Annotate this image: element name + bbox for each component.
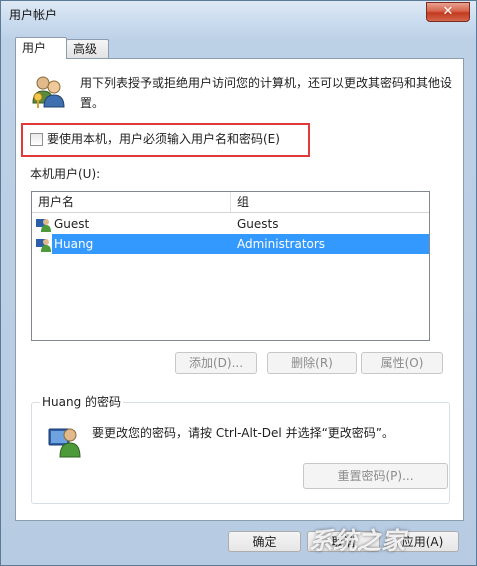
- user-row-guest[interactable]: Guest Guests: [32, 214, 429, 234]
- local-users-label: 本机用户(U):: [30, 167, 101, 181]
- users-icon: [32, 76, 65, 108]
- close-button[interactable]: ✕: [426, 2, 470, 22]
- user-accounts-window: 用户帐户 ✕ 用户 高级 用下列表授予或拒绝用户访问您的计算机，还可以更改其密码…: [0, 0, 477, 566]
- reset-password-button[interactable]: 重置密码(P)...: [303, 463, 448, 489]
- user-group: Administrators: [237, 237, 326, 251]
- user-group: Guests: [237, 217, 279, 231]
- user-icon: [36, 239, 51, 252]
- column-group[interactable]: 组: [231, 192, 429, 212]
- remove-user-button[interactable]: 删除(R): [267, 352, 357, 374]
- user-icon: [36, 219, 51, 232]
- password-group-title: Huang 的密码: [40, 393, 124, 410]
- highlight-box: [21, 123, 310, 157]
- user-list[interactable]: 用户名 组 Guest Guests Huang Administrators: [31, 191, 430, 341]
- tab-advanced[interactable]: 高级: [66, 39, 109, 58]
- window-title: 用户帐户: [9, 8, 58, 22]
- user-row-huang[interactable]: Huang Administrators: [32, 234, 429, 254]
- password-instructions: 要更改您的密码，请按 Ctrl-Alt-Del 并选择“更改密码”。: [92, 426, 395, 440]
- user-name: Guest: [54, 217, 90, 231]
- user-name: Huang: [54, 237, 94, 251]
- add-user-button[interactable]: 添加(D)...: [175, 352, 257, 374]
- title-bar[interactable]: 用户帐户 ✕: [1, 1, 476, 27]
- watermark-logo: 系统之家: [309, 527, 405, 555]
- users-tab-panel: 用下列表授予或拒绝用户访问您的计算机，还可以更改其密码和其他设置。 要使用本机，…: [15, 58, 464, 521]
- column-username[interactable]: 用户名: [32, 192, 231, 212]
- password-group: Huang 的密码 要更改您的密码，请按 Ctrl-Alt-Del 并选择“更改…: [31, 393, 450, 504]
- list-header: 用户名 组: [32, 192, 429, 213]
- user-key-icon: [48, 428, 81, 458]
- intro-text: 用下列表授予或拒绝用户访问您的计算机，还可以更改其密码和其他设置。: [80, 76, 453, 110]
- properties-button[interactable]: 属性(O): [361, 352, 443, 374]
- tab-users[interactable]: 用户: [15, 37, 67, 59]
- ok-button[interactable]: 确定: [228, 531, 301, 552]
